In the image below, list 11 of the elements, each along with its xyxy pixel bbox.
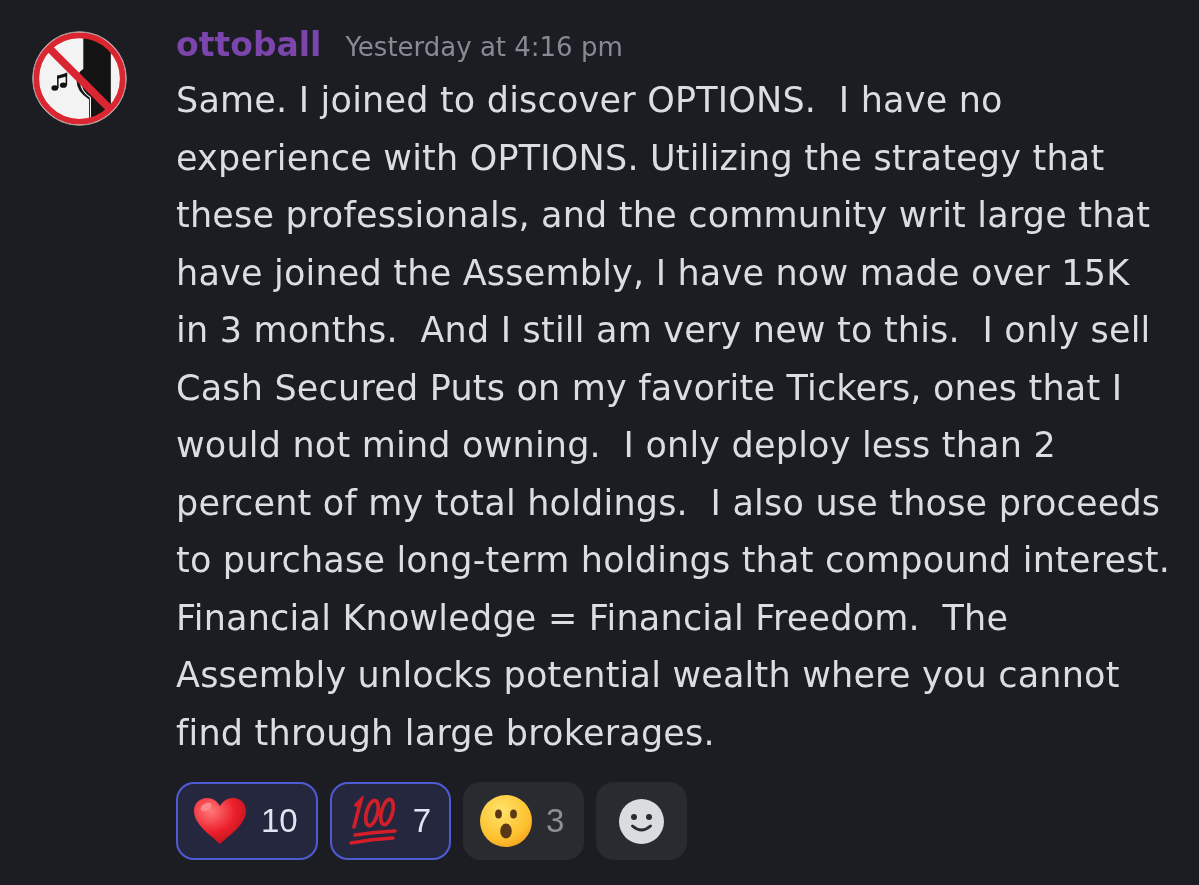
heart-icon bbox=[193, 797, 247, 845]
add-reaction-button[interactable] bbox=[596, 782, 688, 860]
timestamp: Yesterday at 4:16 pm bbox=[345, 31, 623, 64]
message-text: Same. I joined to discover OPTIONS. I have no experience with OPTIONS. Utilizing the strategy that these professionals, and the community writ large that have joined the Assembly, I have now made over 15K in 3 months. And I still am very new to this. I only sell Cash Secured Puts on my favorite Tickers, ones that I would not mind owning. I only deploy less than 2 percent of my total holdings. I also use those proceeds to purchase long-term holdings that compound interest. Financial Knowledge = Financial Freedom. The Assembly unlocks potential wealth where you cannot find through large brokerages. bbox=[176, 79, 1171, 755]
smiley-face-icon bbox=[619, 798, 665, 844]
prohibition-sign-avatar[interactable] bbox=[32, 31, 127, 126]
reaction-button[interactable]: 10 bbox=[176, 782, 318, 860]
reaction-button[interactable]: 3 bbox=[463, 782, 585, 860]
hundred-points-icon bbox=[346, 796, 399, 846]
surprised-face-icon bbox=[480, 795, 533, 847]
reaction-button[interactable]: 7 bbox=[329, 782, 452, 860]
